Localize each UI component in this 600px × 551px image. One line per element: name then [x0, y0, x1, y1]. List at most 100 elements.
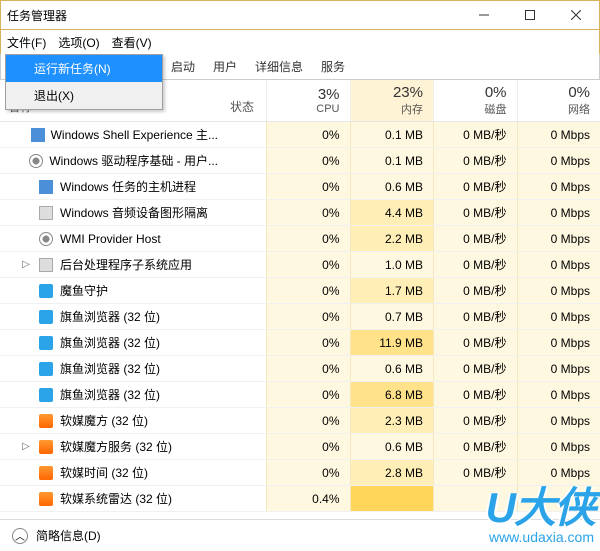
brief-info-button[interactable]: 简略信息(D) [36, 527, 101, 544]
process-name: 旗鱼浏览器 (32 位) [60, 386, 160, 403]
process-name: 旗鱼浏览器 (32 位) [60, 360, 160, 377]
process-network [517, 486, 600, 511]
process-row[interactable]: 旗鱼浏览器 (32 位)0%0.6 MB0 MB/秒0 Mbps [0, 356, 600, 382]
window-title: 任务管理器 [7, 7, 461, 24]
process-memory: 2.3 MB [350, 408, 434, 433]
file-menu-dropdown: 运行新任务(N) 退出(X) [5, 54, 163, 110]
process-disk: 0 MB/秒 [433, 278, 517, 303]
process-icon [38, 335, 54, 351]
process-icon [38, 387, 54, 403]
process-memory: 1.0 MB [350, 252, 434, 277]
process-row[interactable]: WMI Provider Host0%2.2 MB0 MB/秒0 Mbps [0, 226, 600, 252]
close-button[interactable] [553, 1, 599, 29]
chevron-up-icon[interactable]: ︿ [12, 528, 28, 544]
process-disk: 0 MB/秒 [433, 252, 517, 277]
memory-percent: 23% [393, 84, 423, 101]
process-cpu: 0% [266, 252, 350, 277]
process-network: 0 Mbps [517, 408, 600, 433]
process-row[interactable]: 软媒魔方 (32 位)0%2.3 MB0 MB/秒0 Mbps [0, 408, 600, 434]
cpu-percent: 3% [318, 86, 340, 103]
menu-file[interactable]: 文件(F) [7, 34, 46, 51]
process-network: 0 Mbps [517, 356, 600, 381]
process-list[interactable]: Windows Shell Experience 主...0%0.1 MB0 M… [0, 122, 600, 512]
expand-icon[interactable]: ▷ [20, 259, 32, 270]
process-disk [433, 486, 517, 511]
menu-item-run-new-task[interactable]: 运行新任务(N) [6, 55, 162, 82]
process-name-cell: WMI Provider Host [0, 231, 218, 247]
process-name-cell: Windows 任务的主机进程 [0, 178, 218, 195]
tab-users[interactable]: 用户 [209, 55, 241, 78]
process-row[interactable]: Windows Shell Experience 主...0%0.1 MB0 M… [0, 122, 600, 148]
process-cpu: 0% [266, 148, 350, 173]
header-memory[interactable]: 23% 内存 [350, 80, 434, 121]
process-row[interactable]: 软媒时间 (32 位)0%2.8 MB0 MB/秒0 Mbps [0, 460, 600, 486]
process-icon [38, 231, 54, 247]
process-icon [38, 283, 54, 299]
process-row[interactable]: ▷后台处理程序子系统应用0%1.0 MB0 MB/秒0 Mbps [0, 252, 600, 278]
process-name-cell: 旗鱼浏览器 (32 位) [0, 360, 218, 377]
memory-label: 内存 [401, 101, 423, 117]
process-row[interactable]: Windows 音频设备图形隔离0%4.4 MB0 MB/秒0 Mbps [0, 200, 600, 226]
tab-services[interactable]: 服务 [317, 55, 349, 78]
process-network: 0 Mbps [517, 148, 600, 173]
process-disk: 0 MB/秒 [433, 304, 517, 329]
process-row[interactable]: 软媒系统雷达 (32 位)0.4% [0, 486, 600, 512]
header-disk[interactable]: 0% 磁盘 [433, 80, 517, 121]
process-row[interactable]: 旗鱼浏览器 (32 位)0%11.9 MB0 MB/秒0 Mbps [0, 330, 600, 356]
process-memory [350, 486, 434, 511]
process-memory: 0.7 MB [350, 304, 434, 329]
process-icon [38, 205, 54, 221]
process-memory: 2.2 MB [350, 226, 434, 251]
tab-details[interactable]: 详细信息 [251, 55, 307, 78]
process-disk: 0 MB/秒 [433, 434, 517, 459]
disk-label: 磁盘 [485, 101, 507, 117]
process-name-cell: 旗鱼浏览器 (32 位) [0, 334, 218, 351]
process-disk: 0 MB/秒 [433, 174, 517, 199]
header-status[interactable]: 状态 [218, 80, 266, 121]
process-icon [38, 465, 54, 481]
header-network[interactable]: 0% 网络 [517, 80, 600, 121]
process-memory: 0.6 MB [350, 434, 434, 459]
process-disk: 0 MB/秒 [433, 330, 517, 355]
cpu-label: CPU [316, 103, 339, 115]
process-row[interactable]: Windows 任务的主机进程0%0.6 MB0 MB/秒0 Mbps [0, 174, 600, 200]
process-name: 旗鱼浏览器 (32 位) [60, 334, 160, 351]
process-icon [38, 179, 54, 195]
process-network: 0 Mbps [517, 278, 600, 303]
expand-icon[interactable]: ▷ [20, 441, 32, 452]
process-name: Windows 驱动程序基础 - 用户... [49, 152, 218, 169]
process-name-cell: Windows 驱动程序基础 - 用户... [0, 152, 218, 169]
process-row[interactable]: Windows 驱动程序基础 - 用户... 0%0.1 MB0 MB/秒0 Mb… [0, 148, 600, 174]
process-network: 0 Mbps [517, 174, 600, 199]
process-cpu: 0% [266, 356, 350, 381]
menu-options[interactable]: 选项(O) [58, 34, 99, 51]
process-row[interactable]: 旗鱼浏览器 (32 位)0%6.8 MB0 MB/秒0 Mbps [0, 382, 600, 408]
process-disk: 0 MB/秒 [433, 148, 517, 173]
menu-item-exit[interactable]: 退出(X) [6, 82, 162, 109]
process-name-cell: 旗鱼浏览器 (32 位) [0, 386, 218, 403]
process-row[interactable]: ▷软媒魔方服务 (32 位)0%0.6 MB0 MB/秒0 Mbps [0, 434, 600, 460]
tab-startup[interactable]: 启动 [167, 55, 199, 78]
process-cpu: 0% [266, 278, 350, 303]
process-name-cell: 软媒系统雷达 (32 位) [0, 490, 218, 507]
process-icon [38, 309, 54, 325]
process-row[interactable]: 魔鱼守护0%1.7 MB0 MB/秒0 Mbps [0, 278, 600, 304]
process-name: 后台处理程序子系统应用 [60, 256, 192, 273]
process-memory: 0.1 MB [350, 148, 434, 173]
process-icon [29, 153, 43, 169]
process-disk: 0 MB/秒 [433, 382, 517, 407]
window-controls [461, 1, 599, 29]
process-name: 魔鱼守护 [60, 282, 108, 299]
process-name-cell: Windows 音频设备图形隔离 [0, 204, 218, 221]
process-network: 0 Mbps [517, 226, 600, 251]
process-disk: 0 MB/秒 [433, 200, 517, 225]
header-cpu[interactable]: 3% CPU [266, 80, 350, 121]
process-name-cell: 软媒魔方 (32 位) [0, 412, 218, 429]
maximize-button[interactable] [507, 1, 553, 29]
process-network: 0 Mbps [517, 330, 600, 355]
menu-view[interactable]: 查看(V) [112, 34, 152, 51]
network-percent: 0% [568, 84, 590, 101]
titlebar[interactable]: 任务管理器 [0, 0, 600, 30]
process-row[interactable]: 旗鱼浏览器 (32 位)0%0.7 MB0 MB/秒0 Mbps [0, 304, 600, 330]
minimize-button[interactable] [461, 1, 507, 29]
